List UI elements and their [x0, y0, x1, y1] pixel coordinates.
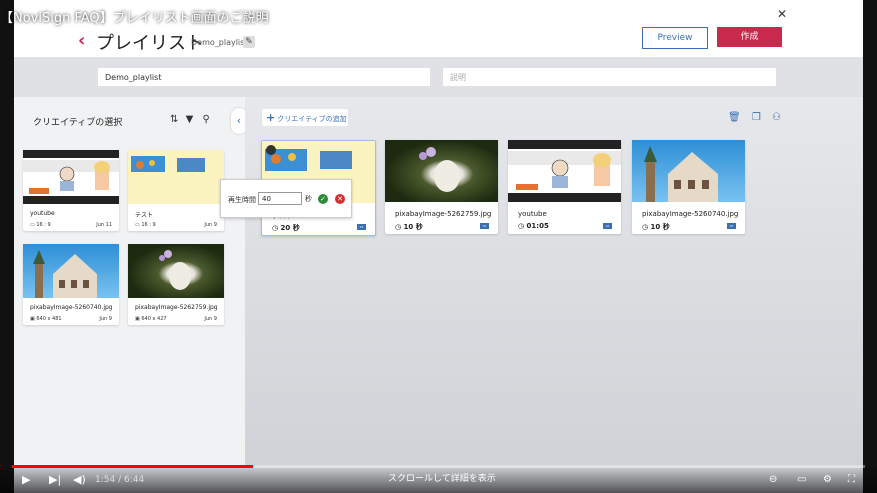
page-title: プレイリスト	[96, 33, 204, 54]
close-icon[interactable]: ✕	[777, 7, 787, 21]
creative-date: Jun 9	[204, 222, 217, 228]
layout-tag-icon: ▭	[357, 224, 366, 230]
back-icon[interactable]: ‹	[78, 30, 85, 51]
creative-name: pixabayImage-5260740.jpg	[30, 304, 113, 311]
panel-tools: ⇅ ▼ ⚲	[170, 114, 210, 125]
creative-meta: ▣ 640 x 481	[30, 316, 62, 322]
creative-card[interactable]: pixabayImage-5260740.jpg ▣ 640 x 481 Jun…	[23, 244, 119, 325]
watch-later-icon[interactable]: ◷	[825, 7, 837, 23]
playlist-name-input[interactable]: Demo_playlist	[97, 67, 431, 87]
settings-icon[interactable]: ⚙	[823, 474, 832, 485]
trash-icon[interactable]: 🗑	[728, 112, 741, 123]
playlist-item[interactable]: youtube ◷ 01:05 ▭	[508, 140, 621, 234]
layout-tag-icon: ▭	[603, 223, 612, 229]
creative-thumbnail	[128, 150, 224, 204]
edit-pencil-icon[interactable]: ✎	[243, 36, 255, 48]
cancel-icon[interactable]: ✕	[335, 194, 345, 204]
item-name: youtube	[518, 210, 547, 218]
playlist-thumbnail	[632, 140, 745, 202]
creative-thumbnail	[23, 244, 119, 298]
item-duration: ◷ 20 秒	[272, 224, 300, 232]
layout-tag-icon: ▭	[480, 223, 489, 229]
creative-name: youtube	[30, 210, 55, 217]
playlist-item[interactable]: pixabayImage-5260740.jpg ◷ 10 秒 ▭	[632, 140, 745, 234]
volume-icon[interactable]: ◀)	[73, 473, 86, 486]
duration-label: 再生時間	[228, 196, 256, 204]
preview-button[interactable]: Preview	[642, 27, 708, 49]
time-display: 1:54 / 6:44	[95, 475, 145, 485]
create-button[interactable]: 作成	[717, 27, 782, 47]
layout-tag-icon: ▭	[727, 223, 736, 229]
playlist-thumbnail	[385, 140, 498, 202]
creative-meta: ▭ 16 : 9	[135, 222, 156, 228]
video-title: 【NoviSign FAQ】プレイリスト画面のご説明	[0, 11, 269, 26]
group-icon[interactable]: ⚇	[772, 112, 781, 123]
creative-card[interactable]: pixabayImage-5262759.jpg ▣ 640 x 427 Jun…	[128, 244, 224, 325]
duration-unit: 秒	[305, 195, 312, 203]
duration-input[interactable]: 40	[258, 192, 302, 205]
autoplay-toggle-icon[interactable]: ⊖	[769, 474, 777, 485]
right-pillar	[863, 0, 877, 493]
item-duration: ◷ 10 秒	[642, 223, 670, 231]
captions-icon[interactable]: ▭	[797, 474, 806, 485]
creative-card[interactable]: テスト ▭ 16 : 9 Jun 9	[128, 150, 224, 231]
creative-meta: ▭ 16 : 9	[30, 222, 51, 228]
creative-date: Jun 11	[96, 222, 112, 228]
panel-title: クリエイティブの選択	[33, 118, 123, 128]
sort-icon[interactable]: ⇅	[170, 114, 178, 125]
playlist-actions: 🗑 ❐ ⚇	[728, 112, 781, 123]
next-icon[interactable]: ▶|	[49, 473, 61, 486]
creative-date: Jun 9	[204, 316, 217, 322]
duplicate-icon[interactable]: ❐	[752, 112, 761, 123]
item-name: pixabayImage-5262759.jpg	[395, 210, 492, 218]
video-frame: ‹ プレイリスト Demo_playlist * ✎ Preview 作成 De…	[0, 0, 877, 493]
creative-thumbnail	[128, 244, 224, 298]
item-name: pixabayImage-5260740.jpg	[642, 210, 739, 218]
add-creative-button[interactable]: + クリエイティブの追加	[262, 109, 348, 126]
yt-top-actions: ◷ ➦	[825, 7, 863, 23]
confirm-icon[interactable]: ✓	[318, 194, 328, 204]
creative-name: テスト	[135, 212, 154, 219]
fullscreen-icon[interactable]: ⛶	[848, 474, 855, 485]
playlist-thumbnail	[508, 140, 621, 202]
scroll-hint: スクロールして詳細を表示	[388, 474, 496, 484]
creative-name: pixabayImage-5262759.jpg	[135, 304, 218, 311]
duration-popup: 再生時間 40 秒 ✓ ✕	[220, 179, 352, 218]
left-pillar	[0, 0, 14, 493]
creative-date: Jun 9	[99, 316, 112, 322]
item-duration: ◷ 01:05	[518, 222, 549, 230]
description-input[interactable]: 説明	[442, 67, 777, 87]
share-icon[interactable]: ➦	[852, 7, 864, 23]
item-duration: ◷ 10 秒	[395, 223, 423, 231]
plus-icon: +	[266, 111, 276, 124]
playlist-item[interactable]: pixabayImage-5262759.jpg ◷ 10 秒 ▭	[385, 140, 498, 234]
play-icon[interactable]: ▶	[22, 473, 30, 486]
filter-icon[interactable]: ▼	[186, 114, 194, 125]
creative-card[interactable]: youtube ▭ 16 : 9 Jun 11	[23, 150, 119, 231]
search-icon[interactable]: ⚲	[202, 114, 209, 125]
creative-thumbnail	[23, 150, 119, 204]
creative-meta: ▣ 640 x 427	[135, 316, 167, 322]
